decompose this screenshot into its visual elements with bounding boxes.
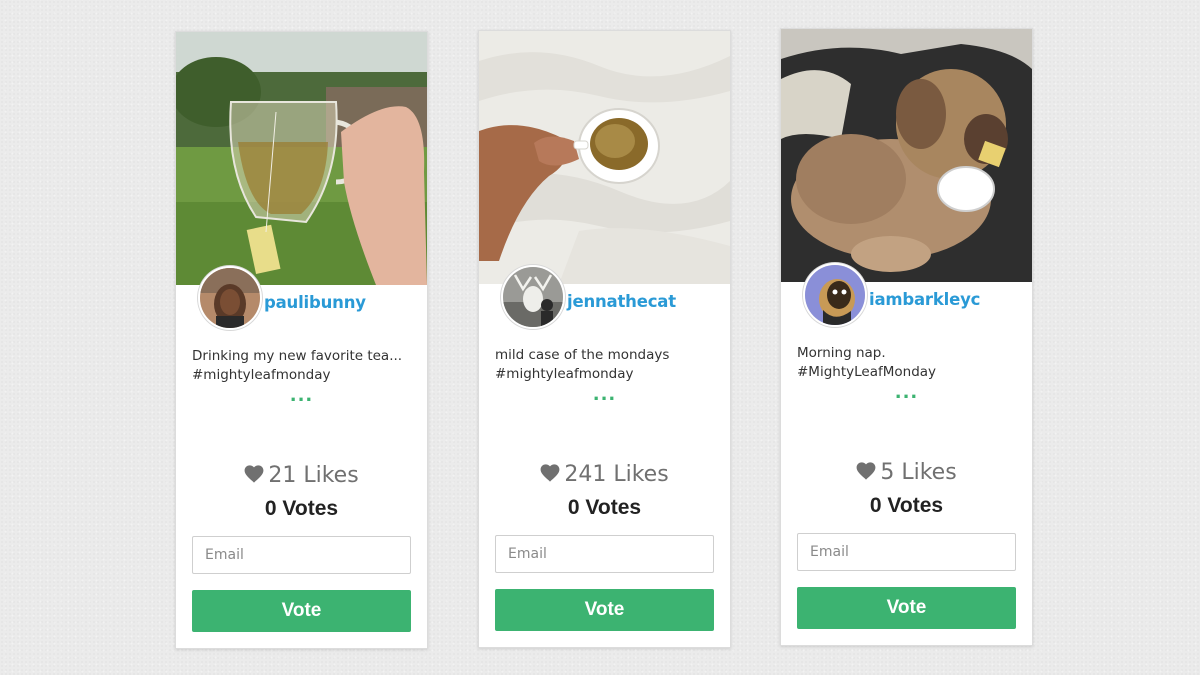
entry-caption: mild case of the mondays #mightyleafmond… bbox=[495, 346, 717, 384]
username-link[interactable]: paulibunny bbox=[264, 293, 366, 312]
entry-card: iambarkleyc Morning nap. #MightyLeafMond… bbox=[780, 28, 1033, 646]
email-input[interactable] bbox=[495, 535, 714, 573]
email-input[interactable] bbox=[192, 536, 411, 574]
votes-count: 0 Votes bbox=[869, 494, 944, 517]
email-input[interactable] bbox=[797, 533, 1016, 571]
vote-button[interactable]: Vote bbox=[192, 590, 411, 632]
entry-caption: Morning nap. #MightyLeafMonday bbox=[797, 344, 1019, 382]
likes-count: 241 Likes bbox=[479, 462, 730, 487]
more-button[interactable]: ... bbox=[176, 387, 427, 405]
likes-label: 21 Likes bbox=[268, 463, 359, 488]
avatar[interactable] bbox=[501, 265, 565, 329]
votes-count: 0 Votes bbox=[567, 496, 642, 519]
caption-text: Morning nap. bbox=[797, 345, 886, 361]
entry-card: paulibunny Drinking my new favorite tea.… bbox=[175, 31, 428, 649]
avatar[interactable] bbox=[198, 266, 262, 330]
entry-card: jennathecat mild case of the mondays #mi… bbox=[478, 30, 731, 648]
username-link[interactable]: jennathecat bbox=[567, 292, 676, 311]
more-button[interactable]: ... bbox=[479, 386, 730, 404]
heart-icon bbox=[540, 464, 560, 482]
vote-button[interactable]: Vote bbox=[797, 587, 1016, 629]
caption-hashtag: #mightyleafmonday bbox=[192, 367, 331, 383]
likes-label: 5 Likes bbox=[880, 460, 957, 485]
likes-count: 5 Likes bbox=[781, 460, 1032, 485]
username-link[interactable]: iambarkleyc bbox=[869, 290, 980, 309]
caption-hashtag: #MightyLeafMonday bbox=[797, 364, 937, 380]
entry-photo[interactable] bbox=[781, 29, 1032, 282]
vote-button[interactable]: Vote bbox=[495, 589, 714, 631]
caption-text: Drinking my new favorite tea... bbox=[192, 348, 403, 364]
entry-photo[interactable] bbox=[176, 32, 427, 285]
heart-icon bbox=[244, 465, 264, 483]
heart-icon bbox=[856, 462, 876, 480]
caption-hashtag: #mightyleafmonday bbox=[495, 366, 634, 382]
entry-photo[interactable] bbox=[479, 31, 730, 284]
more-button[interactable]: ... bbox=[781, 384, 1032, 402]
entry-caption: Drinking my new favorite tea... #mightyl… bbox=[192, 347, 414, 385]
likes-label: 241 Likes bbox=[564, 462, 669, 487]
likes-count: 21 Likes bbox=[176, 463, 427, 488]
votes-count: 0 Votes bbox=[264, 497, 339, 520]
avatar[interactable] bbox=[803, 263, 867, 327]
caption-text: mild case of the mondays bbox=[495, 347, 670, 363]
